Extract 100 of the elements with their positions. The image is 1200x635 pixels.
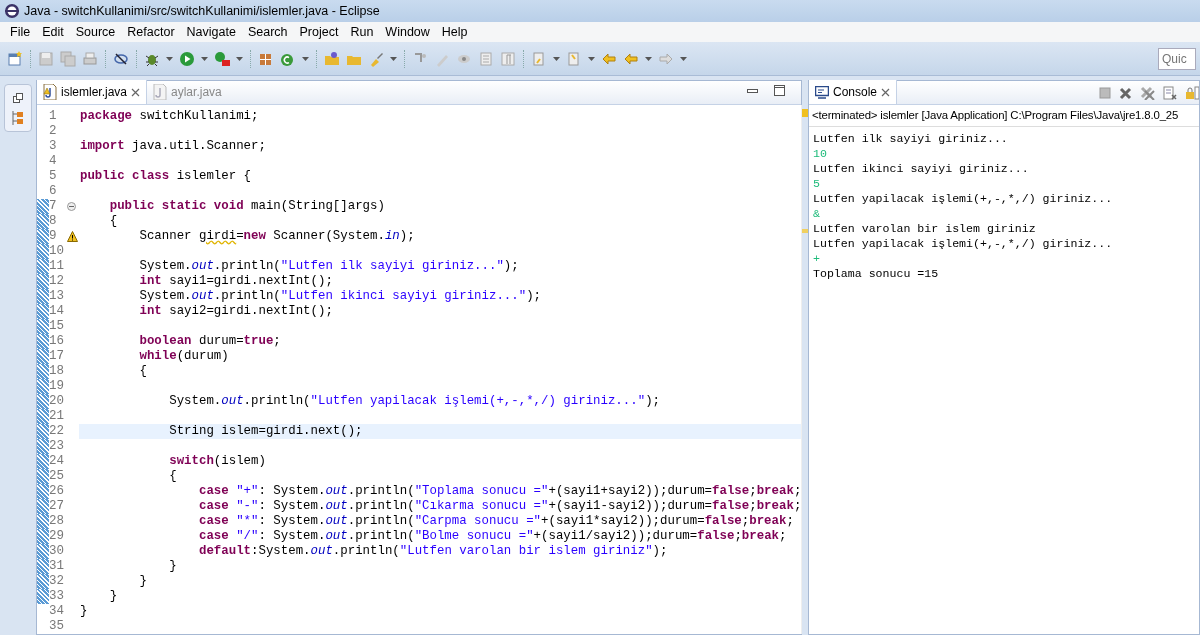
skip-breakpoints-icon[interactable] xyxy=(113,50,129,67)
restore-icon[interactable] xyxy=(13,93,23,103)
menu-item[interactable]: Navigate xyxy=(180,22,242,42)
line-number: 25 xyxy=(49,469,65,484)
caret-icon[interactable] xyxy=(553,56,560,61)
quick-access-field[interactable]: Quic xyxy=(1158,47,1196,70)
collapse-icon[interactable] xyxy=(67,202,76,211)
line-number: 24 xyxy=(49,454,65,469)
line-number: 10 xyxy=(49,244,65,259)
window-title: Java - switchKullanimi/src/switchKullanimi/islemler.java - Eclipse xyxy=(24,2,380,20)
line-number: 18 xyxy=(49,364,65,379)
line-number: 28 xyxy=(49,514,65,529)
line-number: 32 xyxy=(49,574,65,589)
code-line: System.out.println("Lutfen ilk sayiyi giriniz..."); xyxy=(138,259,520,274)
console-header: <terminated> islemler [Java Application] C:\Program Files\Java\jre1.8.0_25 xyxy=(809,105,1199,128)
editor-tab[interactable]: islemler.java xyxy=(37,80,148,104)
scroll-lock-icon[interactable] xyxy=(1185,86,1199,100)
remove-icon[interactable] xyxy=(1119,86,1132,100)
line-number: 35 xyxy=(49,619,65,634)
line-number: 12 xyxy=(49,274,65,289)
line-number: 4 xyxy=(49,154,58,169)
line-number: 21 xyxy=(49,409,65,424)
code-line: import java.util.Scanner; xyxy=(79,139,267,154)
line-number: 13 xyxy=(49,289,65,304)
input-text: & xyxy=(812,206,821,222)
caret-icon[interactable] xyxy=(201,56,208,61)
code-line: case "*": System.out.println("Carpma sonucu ="+(sayi1*sayi2));durum=false;break; xyxy=(197,514,795,529)
code-line: Scanner girdi=new Scanner(System.in); xyxy=(138,229,416,244)
run-icon[interactable] xyxy=(179,50,195,67)
maximize-icon[interactable] xyxy=(774,85,785,96)
line-number: 26 xyxy=(49,484,65,499)
code-line: package switchKullanimi; xyxy=(79,109,260,124)
caret-icon[interactable] xyxy=(390,56,397,61)
java-file-icon xyxy=(43,84,57,100)
menu-item[interactable]: Edit xyxy=(36,22,70,42)
line-number: 11 xyxy=(49,259,65,274)
eclipse-icon xyxy=(4,3,20,19)
input-text: + xyxy=(812,251,821,267)
java-file-icon xyxy=(153,84,168,100)
caret-icon[interactable] xyxy=(236,56,243,61)
run-external-icon[interactable] xyxy=(214,50,230,67)
code-line: System.out.println("Lutfen yapilacak işlemi(+,-,*,/) giriniz..."); xyxy=(168,394,661,409)
menu-item[interactable]: File xyxy=(4,22,37,42)
caret-icon[interactable] xyxy=(166,56,173,61)
code-line: boolean durum=true; xyxy=(138,334,282,349)
code-line: { xyxy=(108,214,119,229)
output-text: Lutfen ilk sayiyi giriniz... xyxy=(812,131,1009,147)
input-text: 10 xyxy=(812,146,828,162)
menu-item[interactable]: Run xyxy=(344,22,380,42)
menu-item[interactable]: Project xyxy=(293,22,345,42)
line-number: 20 xyxy=(49,394,65,409)
monitor-icon xyxy=(815,85,829,99)
line-number: 33 xyxy=(49,589,65,604)
line-number: 27 xyxy=(49,499,65,514)
minimize-icon[interactable] xyxy=(747,88,758,93)
line-number: 14 xyxy=(49,304,65,319)
code-line: public static void main(String[]args) xyxy=(108,199,386,214)
line-number: 30 xyxy=(49,544,65,559)
clear-console-icon[interactable] xyxy=(1163,86,1177,100)
line-number: 17 xyxy=(49,349,65,364)
caret-icon[interactable] xyxy=(302,56,309,61)
line-number: 3 xyxy=(49,139,58,154)
code-line: case "-": System.out.println("Cıkarma sonucu ="+(sayi1-sayi2));durum=false;break; xyxy=(197,499,802,514)
printer-icon[interactable] xyxy=(82,50,98,67)
caret-icon[interactable] xyxy=(588,56,595,61)
code-line: int sayi2=girdi.nextInt(); xyxy=(138,304,334,319)
code-line: switch(islem) xyxy=(168,454,267,469)
code-line: } xyxy=(108,589,119,604)
line-number: 5 xyxy=(49,169,58,184)
output-text: Lutfen yapilacak işlemi(+,-,*,/) giriniz... xyxy=(812,236,1114,252)
remove-all-icon[interactable] xyxy=(1140,86,1155,100)
code-line: { xyxy=(168,469,178,484)
code-line: case "/": System.out.println("Bolme sonucu ="+(sayi1/sayi2));durum=false;break; xyxy=(197,529,788,544)
line-number: 22 xyxy=(49,424,65,439)
code-line: case "+": System.out.println("Toplama sonucu ="+(sayi1+sayi2));durum=false;break; xyxy=(197,484,802,499)
warning-icon xyxy=(67,231,78,242)
code-line: } xyxy=(168,559,178,574)
menu-item[interactable]: Window xyxy=(379,22,436,42)
caret-icon[interactable] xyxy=(645,56,652,61)
line-number: 23 xyxy=(49,439,65,454)
new-file-icon[interactable] xyxy=(7,50,23,67)
line-number: 19 xyxy=(49,379,65,394)
menu-item[interactable]: Search xyxy=(241,22,294,42)
line-number: 29 xyxy=(49,529,65,544)
caret-icon[interactable] xyxy=(680,56,687,61)
menu-item[interactable]: Refactor xyxy=(121,22,181,42)
code-line: { xyxy=(138,364,148,379)
console-tab[interactable]: Console xyxy=(809,80,898,104)
line-number: 2 xyxy=(49,124,58,139)
outline-icon[interactable] xyxy=(12,111,24,125)
menu-item[interactable]: Help xyxy=(435,22,474,42)
code-line: } xyxy=(138,574,148,589)
close-icon[interactable] xyxy=(881,87,891,97)
code-line: default:System.out.println("Lutfen varolan bir islem giriniz"); xyxy=(197,544,669,559)
close-icon[interactable] xyxy=(131,87,141,97)
line-number: 15 xyxy=(49,319,65,334)
menu-item[interactable]: Source xyxy=(69,22,122,42)
output-text: Lutfen yapilacak işlemi(+,-,*,/) giriniz... xyxy=(812,191,1114,207)
line-number: 1 xyxy=(49,109,58,124)
folder-icon[interactable] xyxy=(324,50,340,67)
